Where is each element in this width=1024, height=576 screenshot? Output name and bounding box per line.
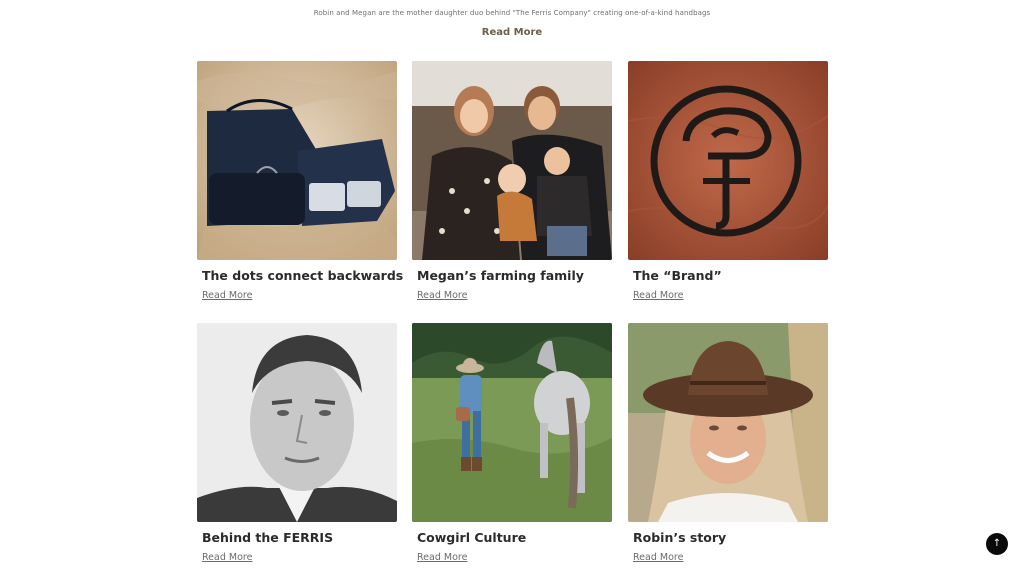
card-title[interactable]: Behind the FERRIS — [202, 530, 397, 545]
card-read-more-link[interactable]: Read More — [417, 290, 467, 301]
card-read-more-link[interactable]: Read More — [202, 290, 252, 301]
card-title[interactable]: Megan’s farming family — [417, 268, 612, 283]
story-card: Cowgirl Culture Read More — [412, 323, 612, 564]
arrow-up-icon: ↑ — [992, 538, 1002, 549]
vintage-portrait-image[interactable] — [197, 323, 397, 522]
card-title[interactable]: Cowgirl Culture — [417, 530, 612, 545]
story-card: The “Brand” Read More — [628, 61, 828, 302]
intro-read-more-link[interactable]: Read More — [0, 27, 1024, 38]
card-read-more-link[interactable]: Read More — [202, 552, 252, 563]
story-card: The dots connect backwards Read More — [197, 61, 403, 302]
card-read-more-link[interactable]: Read More — [417, 552, 467, 563]
brand-emblem-image[interactable] — [628, 61, 828, 260]
story-card: Robin’s story Read More — [628, 323, 828, 564]
scroll-to-top-button[interactable]: ↑ — [986, 533, 1008, 555]
family-image[interactable] — [412, 61, 612, 260]
story-card: Megan’s farming family Read More — [412, 61, 612, 302]
handbags-image[interactable] — [197, 61, 397, 260]
cowboy-hat-woman-image[interactable] — [628, 323, 828, 522]
cowgirl-horse-image[interactable] — [412, 323, 612, 522]
intro-text: Robin and Megan are the mother daughter … — [313, 9, 711, 17]
story-card: Behind the FERRIS Read More — [197, 323, 397, 564]
card-read-more-link[interactable]: Read More — [633, 552, 683, 563]
card-read-more-link[interactable]: Read More — [633, 290, 683, 301]
page: Robin and Megan are the mother daughter … — [0, 0, 1024, 576]
card-title[interactable]: The dots connect backwards — [202, 268, 403, 283]
card-title[interactable]: The “Brand” — [633, 268, 828, 283]
card-title[interactable]: Robin’s story — [633, 530, 828, 545]
